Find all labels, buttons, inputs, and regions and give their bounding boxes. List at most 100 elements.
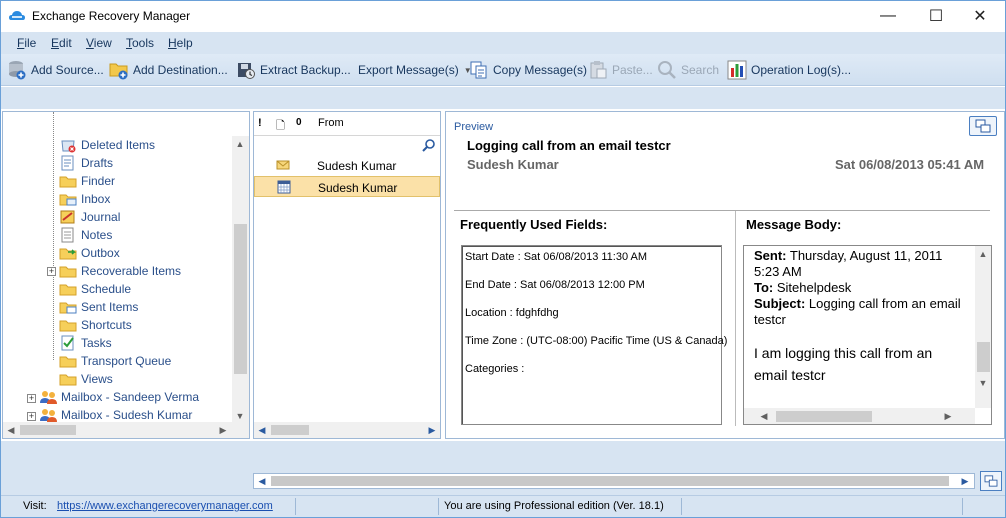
export-message-button[interactable]: Export Message(s) ▼ [358,59,472,81]
extract-backup-label: Extract Backup... [260,63,351,77]
body-vertical-scrollbar[interactable]: ▲ ▼ [975,246,991,408]
expand-mailbox-sandeep-button[interactable]: + [27,394,36,403]
tree-vertical-scrollbar[interactable]: ▲ ▼ [232,136,249,424]
expand-mailbox-sudesh-button[interactable]: + [27,412,36,421]
message-list-panel: ! 🗋 0 From Sudesh Kumar Sudesh Kumar ◀ ▶ [253,111,441,439]
scroll-right-icon[interactable]: ▶ [940,408,956,424]
add-source-button[interactable]: Add Source... [7,59,104,81]
tree-item-shortcuts[interactable]: Shortcuts [59,316,132,334]
tree-item-finder[interactable]: Finder [59,172,115,190]
tree-item-transport-queue[interactable]: Transport Queue [59,352,171,370]
body-horizontal-scrollbar[interactable]: ◀ ▶ [744,408,975,424]
field-end-date: End Date : Sat 06/08/2013 12:00 PM [465,279,645,291]
paste-button[interactable]: Paste... [588,59,653,81]
tree-item-journal[interactable]: Journal [59,208,120,226]
paste-label: Paste... [612,63,653,77]
body-to-value: Sitehelpdesk [773,280,852,295]
bottom-scroll-area: ◀ ▶ [1,467,1005,495]
message-list-header: ! 🗋 0 From [254,112,440,136]
scroll-left-icon[interactable]: ◀ [3,422,19,438]
scroll-thumb[interactable] [234,224,247,374]
tree-item-outbox[interactable]: Outbox [59,244,120,262]
scroll-right-icon[interactable]: ▶ [215,422,231,438]
deleted-items-icon [59,137,77,153]
attachment-column-header[interactable]: 0 [296,117,302,128]
scroll-right-icon[interactable]: ▶ [424,422,440,438]
scroll-thumb[interactable] [271,425,309,435]
message-row[interactable]: Sudesh Kumar [254,155,440,176]
tree-item-recoverable-items[interactable]: Recoverable Items [59,262,181,280]
maximize-button[interactable]: ☐ [913,1,959,31]
message-from: Sudesh Kumar [317,159,397,173]
website-link[interactable]: https://www.exchangerecoverymanager.com [57,500,273,512]
scroll-left-icon[interactable]: ◀ [254,422,270,438]
search-label: Search [681,63,720,77]
menu-view[interactable]: View [86,36,112,50]
scroll-left-icon[interactable]: ◀ [756,408,772,424]
tree-horizontal-scrollbar[interactable]: ◀ ▶ [3,422,249,438]
scroll-thumb[interactable] [271,476,949,486]
menu-edit[interactable]: Edit [51,36,72,50]
tree-item-mailbox-sandeep[interactable]: Mailbox - Sandeep Verma [39,388,199,406]
search-button[interactable]: Search [657,59,719,81]
preview-divider [454,210,990,211]
operation-logs-button[interactable]: Operation Log(s)... [727,59,851,81]
add-destination-button[interactable]: Add Destination... [109,59,228,81]
menu-file[interactable]: File [17,36,36,50]
calendar-icon [277,180,291,194]
type-column-header[interactable]: 🗋 [276,117,285,136]
main-horizontal-scrollbar[interactable]: ◀ ▶ [253,473,975,489]
tree-item-label: Mailbox - Sudesh Kumar [61,408,193,422]
message-row-selected[interactable]: Sudesh Kumar [254,176,440,197]
search-icon[interactable] [422,138,436,152]
preview-date: Sat 06/08/2013 05:41 AM [835,157,985,172]
field-categories: Categories : [465,363,525,375]
scroll-up-icon[interactable]: ▲ [232,136,248,152]
list-horizontal-scrollbar[interactable]: ◀ ▶ [254,422,440,438]
sent-items-icon [59,299,77,315]
extract-backup-button[interactable]: Extract Backup... [236,59,351,81]
tree-item-label: Sent Items [81,300,139,314]
menu-help[interactable]: Help [168,36,193,50]
tree-item-inbox[interactable]: Inbox [59,190,110,208]
body-subject-line: Subject: Logging call from an email test… [754,296,969,328]
copy-message-button[interactable]: Copy Message(s) [469,59,587,81]
export-message-label: Export Message(s) [358,63,459,77]
tree-item-tasks[interactable]: Tasks [59,334,112,352]
message-body-box[interactable]: Sent: Thursday, August 11, 2011 5:23 AM … [743,245,992,425]
scroll-thumb[interactable] [20,425,76,435]
fields-box[interactable]: Start Date : Sat 06/08/2013 11:30 AM End… [461,245,727,425]
lower-band [1,441,1005,467]
menu-edit-mnemonic: E [51,36,60,50]
tree-item-label: Finder [81,174,116,188]
scroll-thumb[interactable] [776,411,872,422]
copy-icon [469,60,489,80]
status-bar: Visit: https://www.exchangerecoverymanag… [1,495,1005,517]
message-filter-row[interactable] [254,136,440,154]
expand-recoverable-items-button[interactable]: + [47,267,56,276]
scroll-right-icon[interactable]: ▶ [957,473,973,489]
from-column-header[interactable]: From [318,117,344,129]
scroll-left-icon[interactable]: ◀ [254,473,270,489]
scroll-down-icon[interactable]: ▼ [975,375,991,391]
scroll-thumb[interactable] [977,342,990,372]
dock-toggle-button[interactable] [969,116,997,136]
tree-item-label: Transport Queue [81,354,172,368]
tree-item-schedule[interactable]: Schedule [59,280,131,298]
folder-add-icon [109,60,129,80]
preview-sender: Sudesh Kumar [467,157,559,172]
tree-item-drafts[interactable]: Drafts [59,154,113,172]
tree-item-notes[interactable]: Notes [59,226,112,244]
menu-tools[interactable]: Tools [126,36,154,50]
tree-item-label: Journal [81,210,121,224]
scroll-up-icon[interactable]: ▲ [975,246,991,262]
close-button[interactable]: ✕ [957,1,1003,31]
restore-layout-button[interactable] [980,471,1002,491]
tree-item-sent-items[interactable]: Sent Items [59,298,138,316]
mailbox-icon [39,407,57,423]
tree-guide-line [53,112,54,360]
minimize-button[interactable]: — [865,1,911,31]
tree-item-views[interactable]: Views [59,370,113,388]
tree-item-deleted-items[interactable]: Deleted Items [59,136,155,154]
importance-column-header[interactable]: ! [258,117,262,129]
